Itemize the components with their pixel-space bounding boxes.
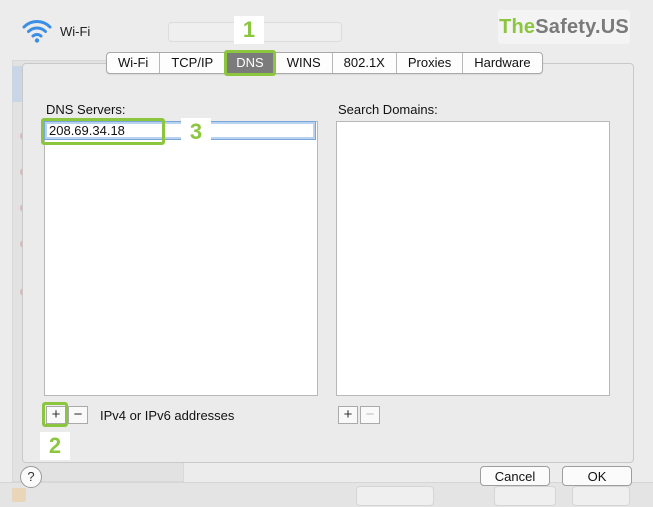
dns-hint-label: IPv4 or IPv6 addresses [100,408,235,423]
search-domains-label: Search Domains: [338,102,438,117]
background-apply-button [572,486,630,506]
background-revert-button [494,486,556,506]
search-domains-list[interactable] [336,121,610,396]
ok-button[interactable]: OK [562,466,632,486]
remove-search-domain-button[interactable]: − [360,406,380,424]
background-assist-button [356,486,434,506]
tab-8021x[interactable]: 802.1X [333,53,397,73]
cancel-button[interactable]: Cancel [480,466,550,486]
tab-proxies[interactable]: Proxies [397,53,464,73]
sheet-header: Wi-Fi TheSafety.US [0,0,653,58]
callout-2-number: 2 [40,432,70,460]
add-search-domain-button[interactable]: + [338,406,358,424]
brand-part-1: The [499,16,536,38]
brand-part-3: .US [594,16,629,38]
brand-part-2: Safety [535,16,595,38]
dns-servers-list[interactable] [44,121,318,396]
help-button[interactable]: ? [20,466,42,488]
remove-dns-button[interactable]: − [68,406,88,424]
tab-wifi[interactable]: Wi-Fi [107,53,161,73]
dns-servers-label: DNS Servers: [46,102,126,117]
callout-1-highlight [224,50,276,76]
window-title: Wi-Fi [60,24,91,39]
callout-1-number: 1 [234,16,264,44]
tab-tcpip[interactable]: TCP/IP [160,53,226,73]
tab-hardware[interactable]: Hardware [463,53,541,73]
callout-2-highlight [42,402,68,427]
callout-3-number: 3 [181,118,211,146]
wifi-icon [22,20,52,43]
brand-logo: TheSafety.US [498,10,630,44]
callout-3-highlight [41,118,165,145]
tab-bar: Wi-Fi TCP/IP DNS WINS 802.1X Proxies Har… [106,52,543,74]
background-lock-icon [12,488,26,502]
tab-wins[interactable]: WINS [276,53,333,73]
